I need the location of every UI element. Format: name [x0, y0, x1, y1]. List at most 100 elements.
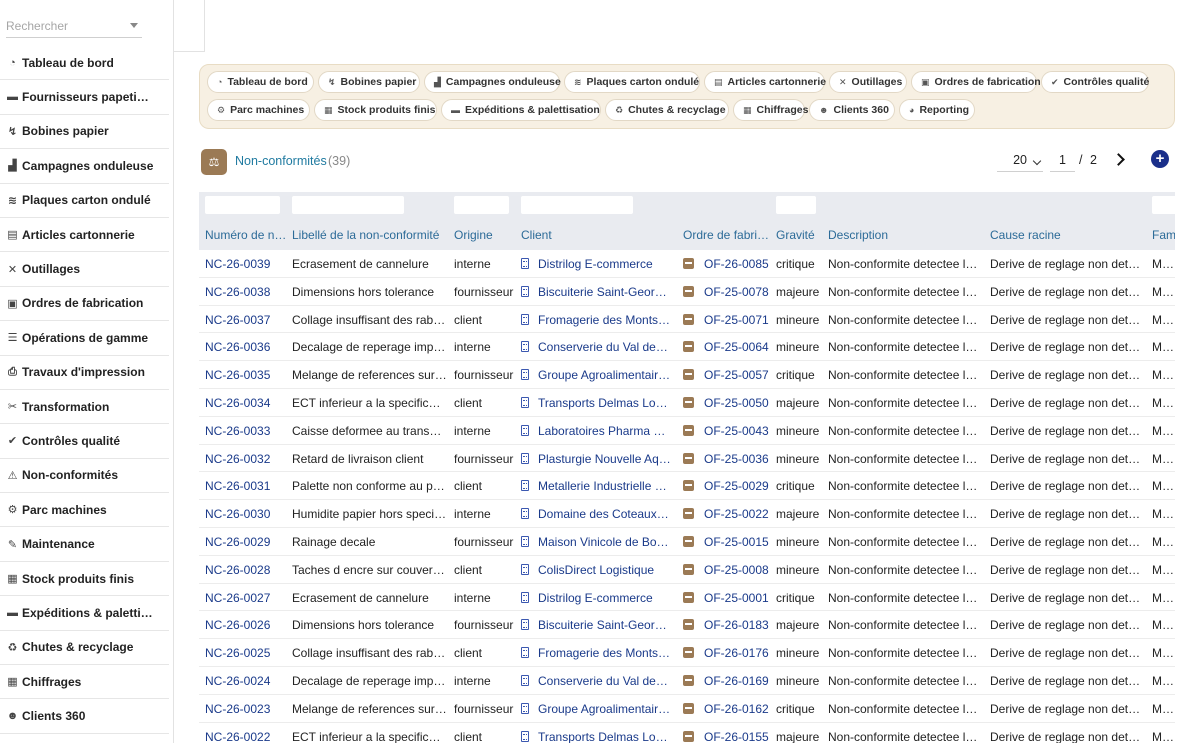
page-number-input[interactable]: 1 — [1050, 150, 1075, 172]
chevron-down-icon[interactable] — [130, 23, 138, 28]
work-order-link[interactable]: OF-26-0183 — [704, 618, 771, 632]
client-link[interactable]: Distrilog E-commerce — [538, 257, 671, 271]
module-button[interactable]: ▦ Chiffrages — [733, 99, 808, 121]
module-button[interactable]: ◕ Reporting — [899, 99, 975, 121]
module-button[interactable]: ▤ Articles cartonnerie — [704, 71, 826, 93]
column-filter-input[interactable] — [1152, 196, 1175, 214]
table-row[interactable]: NC-26-0034 ECT inferieur a la specificati… — [199, 389, 1175, 417]
work-order-link[interactable]: OF-26-0176 — [704, 646, 771, 660]
client-link[interactable]: Domaine des Coteaux R… — [538, 507, 671, 521]
table-row[interactable]: NC-26-0025 Collage insuffisant des rabats… — [199, 639, 1175, 667]
work-order-link[interactable]: OF-25-0015 — [704, 535, 771, 549]
nc-number-link[interactable]: NC-26-0028 — [205, 563, 287, 577]
work-order-link[interactable]: OF-25-0064 — [704, 340, 771, 354]
client-link[interactable]: Plasturgie Nouvelle Aqui… — [538, 452, 671, 466]
work-order-link[interactable]: OF-25-0071 — [704, 313, 771, 327]
table-row[interactable]: NC-26-0030 Humidite papier hors specifi… i… — [199, 500, 1175, 528]
sidebar-item[interactable]: ▬ Expéditions & paletti… — [0, 596, 169, 631]
module-button[interactable]: ♻ Chutes & recyclage — [605, 99, 729, 121]
module-button[interactable]: ⚙ Parc machines — [207, 99, 310, 121]
module-button[interactable]: ☻ Clients 360 — [809, 99, 895, 121]
client-link[interactable]: ColisDirect Logistique — [538, 563, 671, 577]
column-header[interactable]: Numéro de n… — [205, 228, 287, 242]
client-link[interactable]: Laboratoires Pharma Sa… — [538, 424, 671, 438]
table-row[interactable]: NC-26-0037 Collage insuffisant des rabats… — [199, 306, 1175, 334]
search-box[interactable] — [6, 14, 142, 38]
table-row[interactable]: NC-26-0023 Melange de references sur … fou… — [199, 695, 1175, 723]
work-order-link[interactable]: OF-25-0078 — [704, 285, 771, 299]
table-row[interactable]: NC-26-0033 Caisse deformee au transport in… — [199, 417, 1175, 445]
client-link[interactable]: Transports Delmas Logis… — [538, 396, 671, 410]
table-row[interactable]: NC-26-0029 Rainage decale fournisseur Maiso… — [199, 528, 1175, 556]
table-row[interactable]: NC-26-0027 Ecrasement de cannelure interne… — [199, 584, 1175, 612]
sidebar-item[interactable]: ▟ Campagnes onduleuse — [0, 149, 169, 184]
column-header[interactable]: Cause racine — [990, 228, 1145, 242]
client-link[interactable]: Transports Delmas Logis… — [538, 730, 671, 743]
work-order-link[interactable]: OF-25-0029 — [704, 479, 771, 493]
column-header[interactable]: Client — [521, 228, 671, 242]
sidebar-item[interactable]: ↯ Bobines papier — [0, 115, 169, 150]
client-link[interactable]: Groupe Agroalimentaire … — [538, 702, 671, 716]
nc-number-link[interactable]: NC-26-0036 — [205, 340, 287, 354]
add-record-button[interactable]: + — [1151, 150, 1169, 168]
module-button[interactable]: ↯ Bobines papier — [318, 71, 420, 93]
table-row[interactable]: NC-26-0036 Decalage de reperage impr… inte… — [199, 333, 1175, 362]
work-order-link[interactable]: OF-26-0169 — [704, 674, 771, 688]
work-order-link[interactable]: OF-26-0155 — [704, 730, 771, 743]
module-button[interactable]: ✕ Outillages — [829, 71, 907, 93]
module-button[interactable]: ◔ Tableau de bord — [207, 71, 314, 93]
sidebar-item[interactable]: ⚙ Parc machines — [0, 493, 169, 528]
sidebar-item[interactable]: ✕ Outillages — [0, 252, 169, 287]
client-link[interactable]: Fromagerie des Monts d'… — [538, 646, 671, 660]
work-order-link[interactable]: OF-25-0008 — [704, 563, 771, 577]
sidebar-item[interactable]: ▤ Articles cartonnerie — [0, 218, 169, 253]
work-order-link[interactable]: OF-25-0043 — [704, 424, 771, 438]
table-row[interactable]: NC-26-0032 Retard de livraison client four… — [199, 445, 1175, 473]
module-button[interactable]: ▦ Stock produits finis — [314, 99, 437, 121]
work-order-link[interactable]: OF-25-0050 — [704, 396, 771, 410]
sidebar-item[interactable]: ✔ Contrôles qualité — [0, 424, 169, 459]
table-row[interactable]: NC-26-0026 Dimensions hors tolerance fourn… — [199, 611, 1175, 640]
client-link[interactable]: Maison Vinicole de Bour… — [538, 535, 671, 549]
client-link[interactable]: Distrilog E-commerce — [538, 591, 671, 605]
nc-number-link[interactable]: NC-26-0026 — [205, 618, 287, 632]
sidebar-item[interactable]: ▣ Ordres de fabrication — [0, 287, 169, 322]
chevron-right-icon[interactable] — [1112, 151, 1128, 169]
sidebar-item[interactable]: ☰ Opérations de gamme — [0, 321, 169, 356]
nc-number-link[interactable]: NC-26-0024 — [205, 674, 287, 688]
client-link[interactable]: Fromagerie des Monts d'… — [538, 313, 671, 327]
page-size-select[interactable]: 20 — [997, 150, 1043, 172]
table-row[interactable]: NC-26-0028 Taches d encre sur couverture c… — [199, 556, 1175, 584]
nc-number-link[interactable]: NC-26-0023 — [205, 702, 287, 716]
table-row[interactable]: NC-26-0024 Decalage de reperage impr… inte… — [199, 667, 1175, 695]
client-link[interactable]: Conserverie du Val de L… — [538, 674, 671, 688]
nc-number-link[interactable]: NC-26-0034 — [205, 396, 287, 410]
nc-number-link[interactable]: NC-26-0037 — [205, 313, 287, 327]
module-button[interactable]: ▬ Expéditions & palettisation — [441, 99, 601, 121]
work-order-link[interactable]: OF-25-0022 — [704, 507, 771, 521]
table-row[interactable]: NC-26-0022 ECT inferieur a la specificati… — [199, 723, 1175, 743]
column-header[interactable]: Fam — [1152, 228, 1175, 242]
client-link[interactable]: Groupe Agroalimentaire … — [538, 368, 671, 382]
client-link[interactable]: Biscuiterie Saint-Georges — [538, 285, 671, 299]
module-button[interactable]: ✔ Contrôles qualité — [1041, 71, 1149, 93]
column-filter-input[interactable] — [454, 196, 509, 214]
module-button[interactable]: ▟ Campagnes onduleuse — [424, 71, 561, 93]
column-filter-input[interactable] — [776, 196, 816, 214]
sidebar-item[interactable]: ⎙ Travaux d'impression — [0, 356, 169, 390]
sidebar-item[interactable]: ⚠ Non-conformités — [0, 459, 169, 494]
column-filter-input[interactable] — [521, 196, 633, 214]
module-button[interactable]: ▣ Ordres de fabrication — [911, 71, 1041, 93]
sidebar-item[interactable]: ✎ Maintenance — [0, 527, 169, 562]
sidebar-item[interactable]: ◔ Tableau de bord — [0, 46, 169, 81]
nc-number-link[interactable]: NC-26-0025 — [205, 646, 287, 660]
sidebar-item[interactable]: ▬ Fournisseurs papeti… — [0, 80, 169, 115]
client-link[interactable]: Metallerie Industrielle Rh… — [538, 479, 671, 493]
work-order-link[interactable]: OF-26-0162 — [704, 702, 771, 716]
nc-number-link[interactable]: NC-26-0033 — [205, 424, 287, 438]
column-filter-input[interactable] — [205, 196, 280, 214]
module-button[interactable]: ≋ Plaques carton ondulé — [564, 71, 700, 93]
nc-number-link[interactable]: NC-26-0030 — [205, 507, 287, 521]
nc-number-link[interactable]: NC-26-0032 — [205, 452, 287, 466]
nc-number-link[interactable]: NC-26-0022 — [205, 730, 287, 743]
